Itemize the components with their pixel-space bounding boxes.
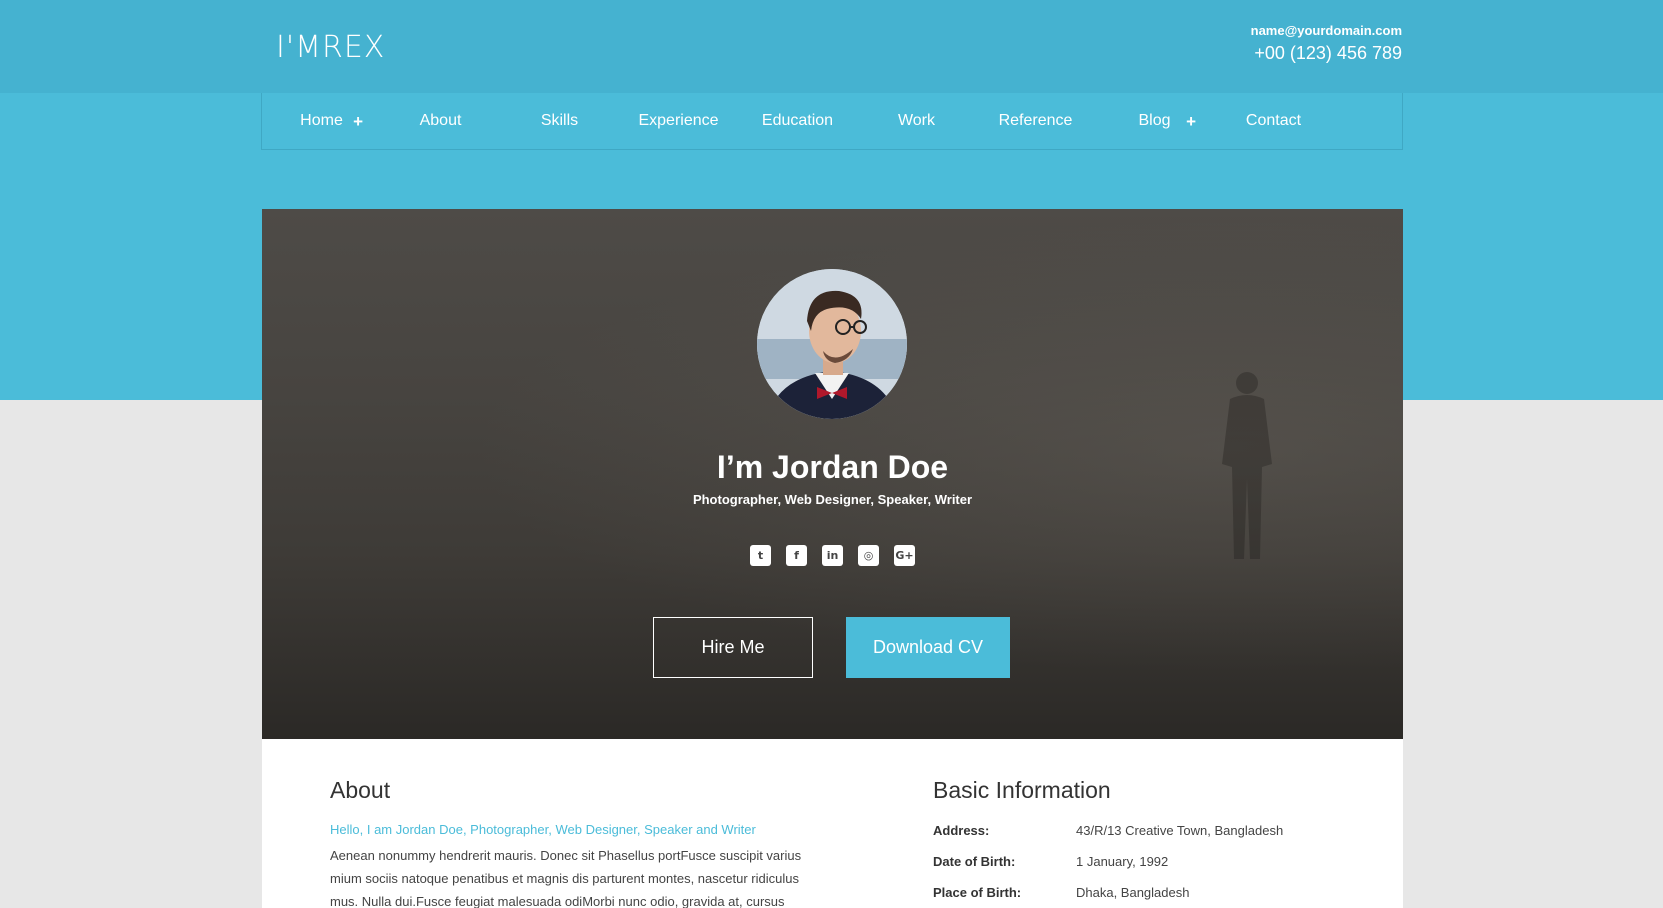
info-label: Date of Birth: [933,854,1016,869]
nav-item-blog[interactable]: Blog + [1095,93,1214,148]
main-nav: Home + About Skills Experience Education… [261,93,1403,150]
nav-item-label: Education [761,111,834,129]
info-value: 43/R/13 Creative Town, Bangladesh [1076,823,1284,838]
contact-phone[interactable]: +00 (123) 456 789 [1251,43,1402,64]
facebook-icon[interactable]: f [786,545,807,566]
nav-item-label: Contact [1245,111,1302,129]
download-cv-button[interactable]: Download CV [846,617,1010,678]
nav-item-label: Experience [638,111,719,129]
plus-icon[interactable]: + [1186,113,1196,130]
avatar [757,269,907,419]
info-label: Place of Birth: [933,885,1022,900]
about-intro: Hello, I am Jordan Doe, Photographer, We… [330,822,756,837]
hero-banner: I’m Jordan Doe Photographer, Web Designe… [262,209,1403,739]
portrait-image [757,269,907,419]
contact-box: name@yourdomain.com +00 (123) 456 789 [1251,23,1402,64]
nav-item-label: About [419,111,462,129]
info-label: Address: [933,823,990,838]
hero-name: I’m Jordan Doe [716,449,949,485]
nav-item-label: Work [897,111,936,129]
nav-item-education[interactable]: Education [738,93,857,148]
nav-item-reference[interactable]: Reference [976,93,1095,148]
logo[interactable]: I'MREX [276,30,385,65]
nav-item-label: Reference [998,111,1073,129]
plus-icon[interactable]: + [353,113,363,130]
twitter-icon[interactable]: t [750,545,771,566]
info-value: Dhaka, Bangladesh [1076,885,1190,900]
nav-item-experience[interactable]: Experience [619,93,738,148]
nav-item-label: Home [300,111,343,129]
hero-role: Photographer, Web Designer, Speaker, Wri… [692,492,973,507]
nav-item-label: Blog [1138,111,1171,129]
nav-item-work[interactable]: Work [857,93,976,148]
about-title: About [330,777,391,803]
info-row-date-of-birth: Date of Birth: 1 January, 1992 [933,846,1353,877]
basic-info-list: Address: 43/R/13 Creative Town, Banglade… [933,815,1353,908]
contact-email[interactable]: name@yourdomain.com [1251,23,1402,38]
content-panel: About Hello, I am Jordan Doe, Photograph… [262,739,1403,908]
info-row-place-of-birth: Place of Birth: Dhaka, Bangladesh [933,877,1353,908]
info-row-address: Address: 43/R/13 Creative Town, Banglade… [933,815,1353,846]
nav-item-about[interactable]: About [381,93,500,148]
google-plus-icon[interactable]: G+ [894,545,915,566]
top-bar: I'MREX name@yourdomain.com +00 (123) 456… [0,0,1663,93]
linkedin-icon[interactable]: in [822,545,843,566]
instagram-icon[interactable]: ◎ [858,545,879,566]
hire-me-button[interactable]: Hire Me [653,617,813,678]
nav-item-label: Skills [540,111,579,129]
social-links: t f in ◎ G+ [262,545,1403,566]
info-value: 1 January, 1992 [1076,854,1169,869]
nav-item-home[interactable]: Home + [262,93,381,148]
basic-info-section: Basic Information Address: 43/R/13 Creat… [933,777,1353,908]
nav-item-contact[interactable]: Contact [1214,93,1333,148]
nav-item-skills[interactable]: Skills [500,93,619,148]
about-body: Aenean nonummy hendrerit mauris. Donec s… [330,848,802,908]
about-section: About Hello, I am Jordan Doe, Photograph… [330,777,820,908]
basic-info-title: Basic Information [933,777,1111,803]
